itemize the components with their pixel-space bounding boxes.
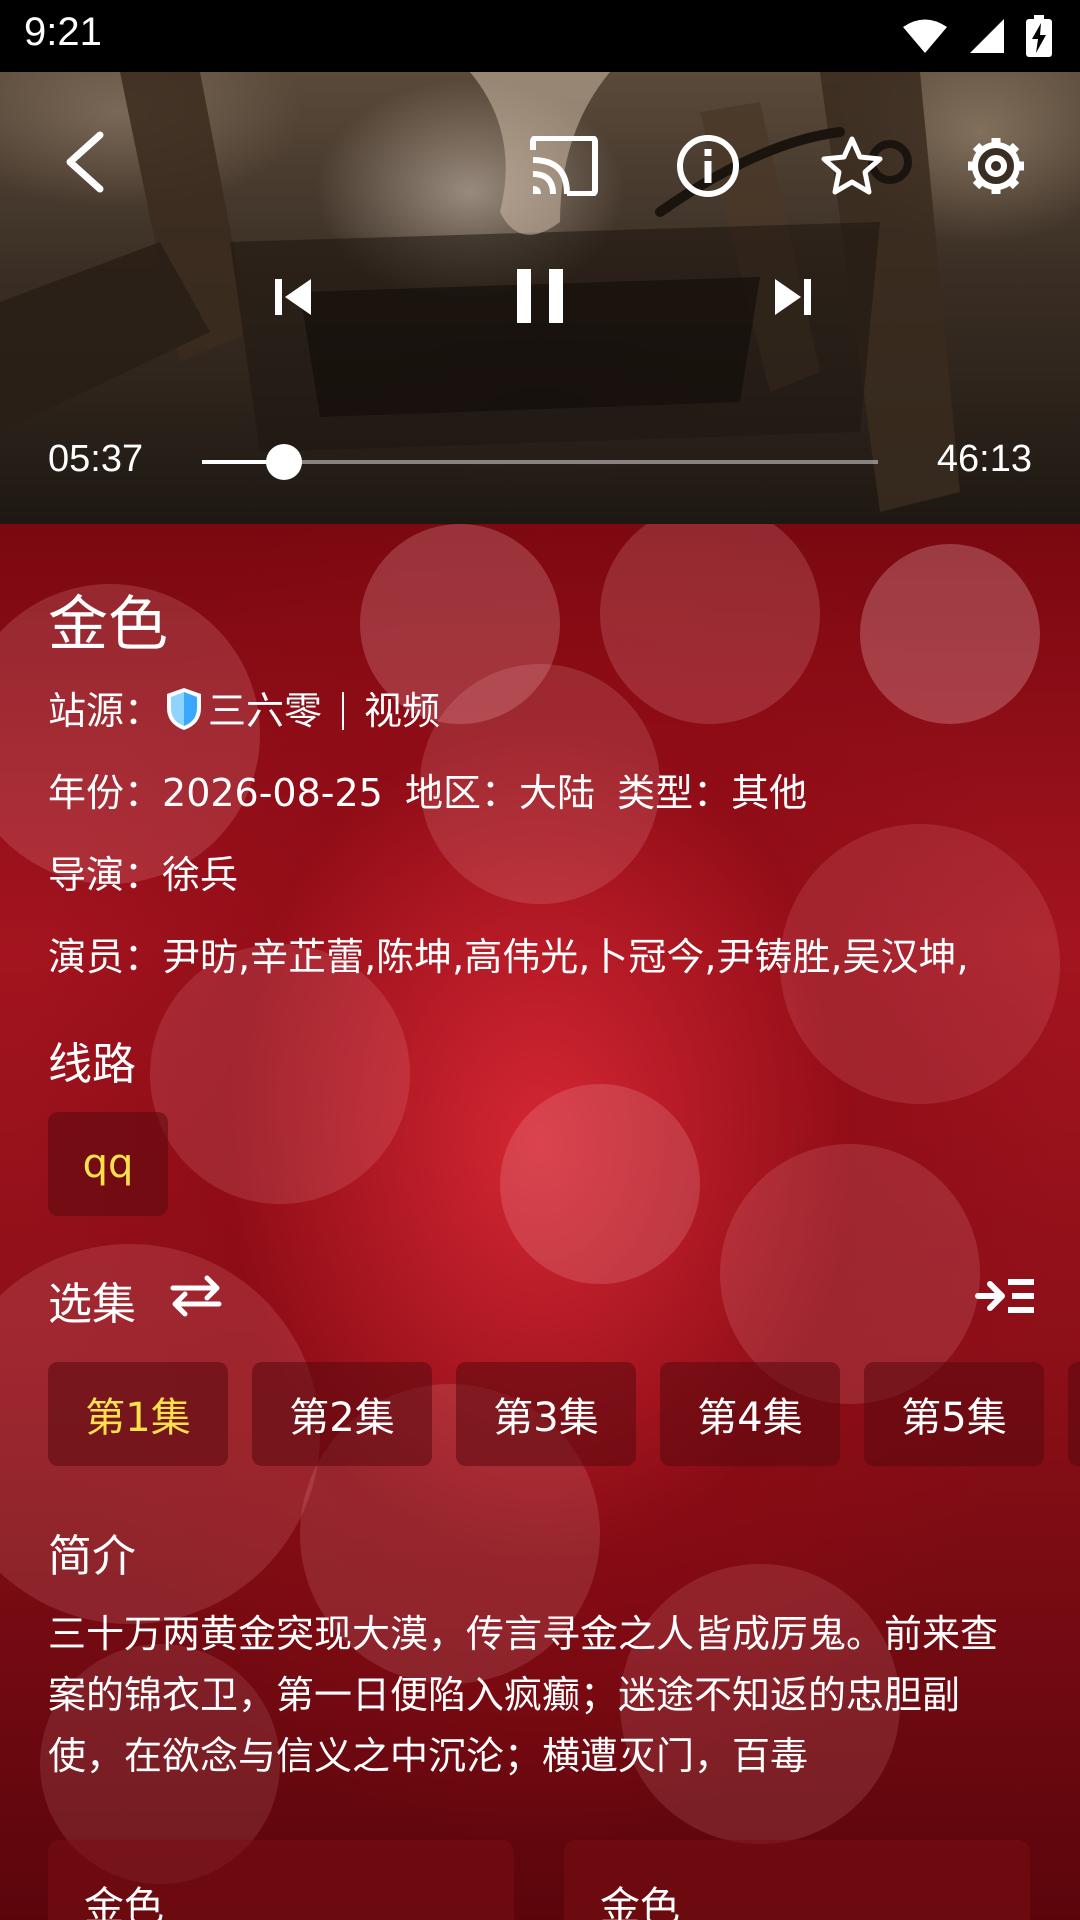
related-card[interactable]: 金色 [564, 1840, 1030, 1920]
director-row: 导演：徐兵 [48, 844, 238, 899]
source-label: 站源： [48, 689, 163, 733]
source-name: 三六零 [208, 689, 323, 733]
episodes-heading: 选集 [48, 1268, 136, 1332]
cast-label: 演员： [48, 935, 163, 979]
director-value: 徐兵 [162, 853, 239, 897]
pause-icon [517, 269, 563, 323]
info-icon [677, 135, 739, 197]
meta-row: 年份：2026-08-25 地区：大陆 类型：其他 [48, 762, 807, 817]
related-card[interactable]: 金色 [48, 1840, 514, 1920]
video-player[interactable]: 05:37 46:13 [0, 72, 1080, 524]
sort-toggle-button[interactable] [164, 1268, 228, 1324]
genre-value: 其他 [731, 771, 808, 815]
line-chip-qq[interactable]: qq [48, 1112, 168, 1216]
related-card-title: 金色 [84, 1884, 164, 1920]
cast-row: 演员：尹昉,辛芷蕾,陈坤,高伟光,卜冠今,尹铸胜,吴汉坤, [48, 926, 1032, 981]
video-title: 金色 [48, 590, 168, 660]
seek-thumb[interactable] [265, 444, 302, 480]
episode-chip[interactable]: 第5集 [864, 1362, 1044, 1466]
swap-arrows-icon [170, 1275, 222, 1317]
director-label: 导演： [48, 853, 163, 897]
genre-label: 类型： [617, 771, 732, 815]
episode-chip[interactable]: 第4集 [660, 1362, 840, 1466]
episode-chip-partial[interactable] [1068, 1362, 1080, 1466]
region-value: 大陆 [518, 771, 595, 815]
synopsis-text: 三十万两黄金突现大漠，传言寻金之人皆成厉鬼。前来查案的锦衣卫，第一日便陷入疯癫；… [48, 1612, 999, 1778]
shield-icon [167, 688, 202, 730]
bokeh-light [600, 524, 820, 724]
episode-chip[interactable]: 第2集 [252, 1362, 432, 1466]
current-time: 05:37 [48, 438, 144, 480]
skip-previous-icon [275, 279, 311, 315]
wifi-icon [903, 19, 947, 53]
expand-list-icon [975, 1279, 1034, 1313]
episode-chip[interactable]: 第1集 [48, 1362, 228, 1466]
episode-chip[interactable]: 第3集 [456, 1362, 636, 1466]
back-arrow-icon [66, 131, 104, 193]
gear-icon [968, 138, 1024, 194]
total-time: 46:13 [936, 438, 1032, 480]
signal-icon [970, 19, 1004, 53]
lines-heading: 线路 [48, 1039, 136, 1090]
detail-panel: 金色 站源： 三六零 视频 年份：2026-08-25 地区：大陆 类型：其他 导演… [0, 524, 1080, 1920]
status-time: 9:21 [24, 10, 102, 54]
status-bar: 9:21 [0, 0, 1080, 72]
synopsis-heading: 简介 [48, 1531, 136, 1582]
year-label: 年份： [48, 771, 163, 815]
episode-list-button[interactable] [970, 1268, 1040, 1324]
source-tag: 视频 [364, 689, 441, 733]
source-divider [342, 692, 345, 730]
bokeh-light [860, 544, 1040, 724]
next-button[interactable] [758, 262, 828, 332]
favorite-button[interactable] [810, 124, 894, 208]
cast-icon [530, 136, 598, 196]
skip-next-icon [775, 279, 811, 315]
source-row: 站源： 三六零 视频 [48, 680, 440, 735]
status-icons [902, 14, 1052, 58]
bokeh-light [150, 944, 410, 1204]
previous-button[interactable] [258, 262, 328, 332]
battery-charging-icon [1026, 15, 1052, 57]
cast-value: 尹昉,辛芷蕾,陈坤,高伟光,卜冠今,尹铸胜,吴汉坤, [162, 935, 969, 979]
info-button[interactable] [666, 124, 750, 208]
back-button[interactable] [44, 122, 124, 202]
related-card-title: 金色 [600, 1884, 680, 1920]
settings-button[interactable] [954, 124, 1038, 208]
bokeh-light [500, 1084, 700, 1284]
episodes-title: 选集 [48, 1279, 136, 1330]
year-value: 2026-08-25 [162, 771, 383, 815]
pause-button[interactable] [498, 254, 582, 338]
star-icon [821, 136, 883, 195]
seek-bar[interactable] [202, 444, 878, 480]
cast-button[interactable] [522, 124, 606, 208]
region-label: 地区： [404, 771, 519, 815]
